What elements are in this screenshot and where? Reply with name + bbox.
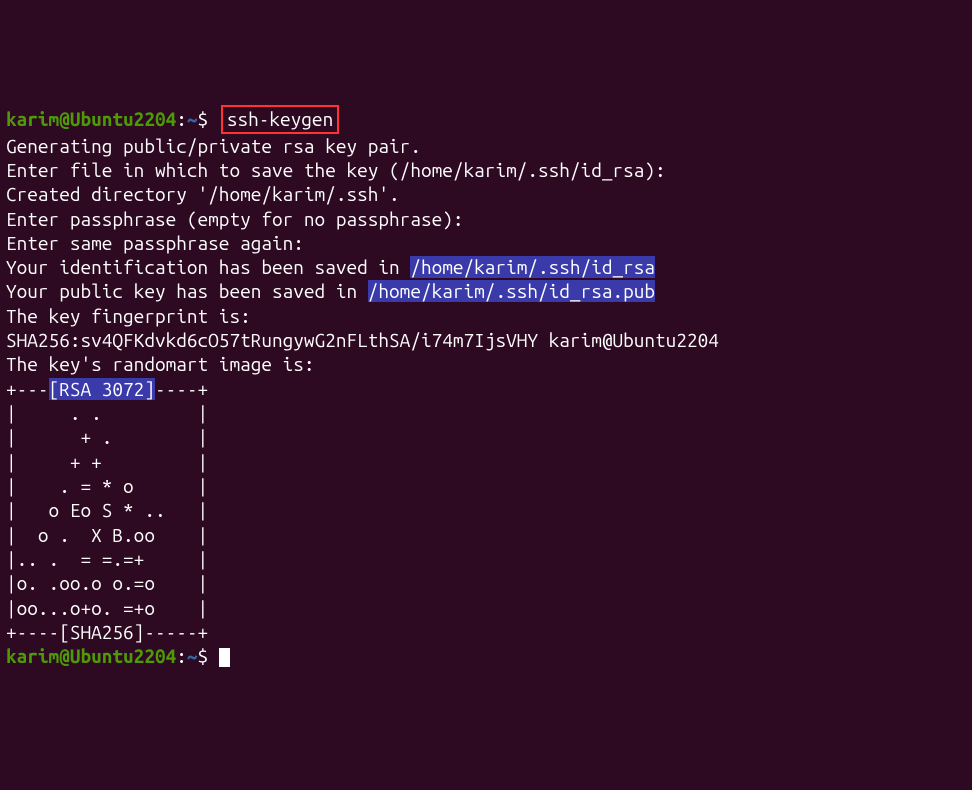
output-line: Created directory '/home/karim/.ssh'. [6,182,966,206]
cursor [219,648,230,667]
output-line: The key fingerprint is: [6,304,966,328]
randomart-row: |oo...o+o. =+o | [6,596,966,620]
prompt-at: @ [59,645,70,667]
randomart-row: | o . X B.oo | [6,523,966,547]
randomart-top-suffix: ----+ [155,378,208,400]
rsa-label-highlight: [RSA 3072] [49,378,155,400]
file-path-highlight: /home/karim/.ssh/id_rsa.pub [368,280,655,302]
randomart-row: | + + | [6,450,966,474]
output-line: SHA256:sv4QFKdvkd6cO57tRungywG2nFLthSA/i… [6,328,966,352]
prompt-line-2: karim@Ubuntu2204:~$ [6,644,966,668]
output-line: Generating public/private rsa key pair. [6,134,966,158]
randomart-row: | o Eo S * .. | [6,498,966,522]
randomart-border-top: +---[RSA 3072]----+ [6,377,966,401]
prompt-dollar: $ [198,108,209,130]
output-line: Enter passphrase (empty for no passphras… [6,207,966,231]
randomart-row: |o. .oo.o o.=o | [6,571,966,595]
output-line: The key's randomart image is: [6,352,966,376]
prompt-line-1: karim@Ubuntu2204:~$ ssh-keygen [6,105,966,133]
randomart-row: |.. . = =.=+ | [6,547,966,571]
terminal-output[interactable]: karim@Ubuntu2204:~$ ssh-keygenGenerating… [6,105,966,668]
randomart-row: | + . | [6,425,966,449]
output-text: Your public key has been saved in [6,280,368,302]
prompt-path: ~ [187,645,198,667]
output-line: Your public key has been saved in /home/… [6,279,966,303]
prompt-user: karim [6,108,59,130]
prompt-dollar: $ [198,645,209,667]
prompt-colon: : [176,108,187,130]
randomart-top-prefix: +--- [6,378,49,400]
prompt-at: @ [59,108,70,130]
randomart-border-bottom: +----[SHA256]-----+ [6,620,966,644]
prompt-user: karim [6,645,59,667]
output-line: Enter same passphrase again: [6,231,966,255]
output-line: Your identification has been saved in /h… [6,255,966,279]
prompt-path: ~ [187,108,198,130]
randomart-row: | . = * o | [6,474,966,498]
output-line: Enter file in which to save the key (/ho… [6,158,966,182]
file-path-highlight: /home/karim/.ssh/id_rsa [410,256,655,278]
command-highlighted: ssh-keygen [221,105,339,133]
randomart-row: | . . | [6,401,966,425]
prompt-host: Ubuntu2204 [70,108,176,130]
output-text: Your identification has been saved in [6,256,410,278]
prompt-host: Ubuntu2204 [70,645,176,667]
prompt-colon: : [176,645,187,667]
